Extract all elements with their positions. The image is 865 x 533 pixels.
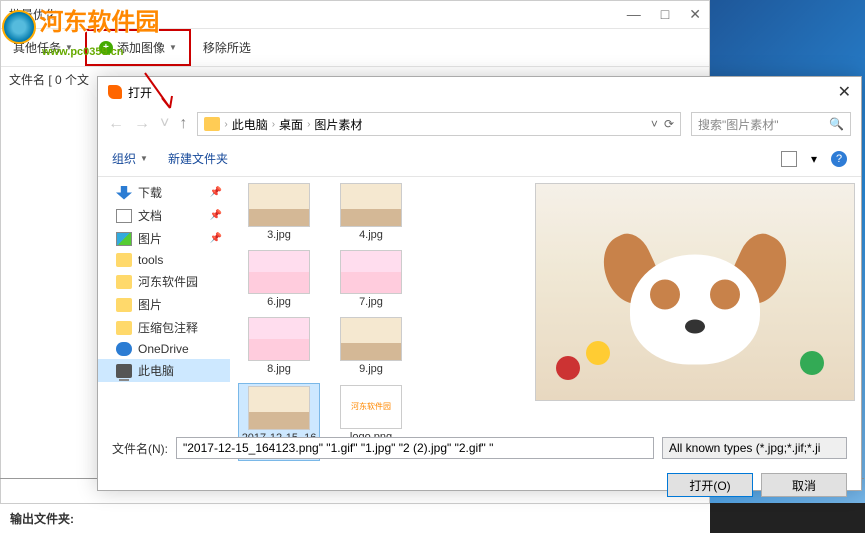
search-icon: 🔍 bbox=[829, 117, 844, 131]
file-name: 7.jpg bbox=[332, 296, 410, 309]
file-thumbnail bbox=[248, 317, 310, 361]
tree-item-下载[interactable]: 下载📌 bbox=[98, 181, 230, 204]
pic-icon bbox=[116, 232, 132, 246]
window-controls: — □ ✕ bbox=[627, 6, 701, 23]
navigation-row: ← → ˅ ↑ › 此电脑 › 桌面 › 图片素材 ˅ ⟳ 搜索"图片素材" 🔍 bbox=[98, 107, 861, 141]
cancel-button[interactable]: 取消 bbox=[761, 473, 847, 497]
breadcrumb-level2[interactable]: 图片素材 bbox=[314, 116, 362, 133]
file-name: 8.jpg bbox=[240, 363, 318, 376]
filetype-select[interactable]: All known types (*.jpg;*.jif;*.ji bbox=[662, 437, 847, 459]
filename-input[interactable] bbox=[176, 437, 654, 459]
remove-selected-button[interactable]: 移除所选 bbox=[191, 29, 263, 66]
dl-icon bbox=[116, 186, 132, 200]
close-button[interactable]: ✕ bbox=[689, 6, 701, 23]
refresh-button[interactable]: ⟳ bbox=[664, 117, 674, 131]
new-folder-button[interactable]: 新建文件夹 bbox=[168, 150, 228, 167]
folder-icon bbox=[116, 298, 132, 312]
dialog-body: 下载📌文档📌图片📌tools河东软件园图片压缩包注释OneDrive此电脑 3.… bbox=[98, 177, 861, 429]
output-folder-label: 输出文件夹: bbox=[10, 510, 74, 527]
folder-icon bbox=[116, 275, 132, 289]
folder-icon bbox=[204, 117, 220, 131]
folder-tree[interactable]: 下载📌文档📌图片📌tools河东软件园图片压缩包注释OneDrive此电脑 bbox=[98, 177, 230, 429]
open-file-dialog: 打开 ✕ ← → ˅ ↑ › 此电脑 › 桌面 › 图片素材 ˅ ⟳ 搜索"图片… bbox=[97, 76, 862, 491]
tree-item-tools[interactable]: tools bbox=[98, 250, 230, 270]
file-thumbnail bbox=[340, 317, 402, 361]
folder-icon bbox=[116, 321, 132, 335]
file-thumbnail bbox=[248, 386, 310, 430]
file-count-label: 文件名 [ 0 个文 bbox=[9, 73, 89, 87]
tree-item-河东软件园[interactable]: 河东软件园 bbox=[98, 270, 230, 293]
dialog-titlebar: 打开 ✕ bbox=[98, 77, 861, 107]
tree-item-此电脑[interactable]: 此电脑 bbox=[98, 359, 230, 382]
help-icon[interactable]: ? bbox=[831, 151, 847, 167]
up-button[interactable]: ↑ bbox=[179, 115, 187, 133]
view-dropdown[interactable]: ▾ bbox=[811, 152, 817, 166]
dropdown-arrow-icon: ▼ bbox=[140, 154, 148, 163]
open-button[interactable]: 打开(O) bbox=[667, 473, 753, 497]
preview-pane bbox=[529, 177, 861, 429]
tree-item-图片[interactable]: 图片📌 bbox=[98, 227, 230, 250]
file-item[interactable]: 7.jpg bbox=[330, 248, 412, 311]
search-input[interactable]: 搜索"图片素材" 🔍 bbox=[691, 112, 851, 136]
file-item[interactable]: 3.jpg bbox=[238, 181, 320, 244]
globe-icon bbox=[2, 10, 36, 44]
folder-icon bbox=[116, 253, 132, 267]
file-item[interactable]: 6.jpg bbox=[238, 248, 320, 311]
file-thumbnail bbox=[248, 250, 310, 294]
pin-icon: 📌 bbox=[210, 187, 222, 198]
maximize-button[interactable]: □ bbox=[661, 6, 669, 23]
file-name: 6.jpg bbox=[240, 296, 318, 309]
back-button[interactable]: ← bbox=[108, 115, 124, 133]
pc-icon bbox=[116, 364, 132, 378]
chevron-right-icon: › bbox=[272, 119, 275, 130]
chevron-right-icon: › bbox=[307, 119, 310, 130]
file-name: 4.jpg bbox=[332, 229, 410, 242]
file-name: 9.jpg bbox=[332, 363, 410, 376]
logo-url: www.pc0359.cn bbox=[42, 46, 124, 58]
minimize-button[interactable]: — bbox=[627, 6, 641, 23]
app-icon bbox=[108, 85, 122, 99]
view-controls: ▾ ? bbox=[781, 151, 847, 167]
file-thumbnail: 河东软件园 bbox=[340, 385, 402, 429]
breadcrumb-bar[interactable]: › 此电脑 › 桌面 › 图片素材 ˅ ⟳ bbox=[197, 112, 681, 136]
organize-row: 组织 ▼ 新建文件夹 ▾ ? bbox=[98, 141, 861, 177]
tree-item-压缩包注释[interactable]: 压缩包注释 bbox=[98, 316, 230, 339]
organize-menu[interactable]: 组织 ▼ bbox=[112, 150, 148, 167]
view-mode-button[interactable] bbox=[781, 151, 797, 167]
file-thumbnail bbox=[340, 250, 402, 294]
tree-item-OneDrive[interactable]: OneDrive bbox=[98, 339, 230, 359]
dropdown-arrow-icon: ▼ bbox=[169, 43, 177, 52]
file-name: 3.jpg bbox=[240, 229, 318, 242]
pin-icon: 📌 bbox=[210, 233, 222, 244]
cloud-icon bbox=[116, 342, 132, 356]
breadcrumb-controls: ˅ ⟳ bbox=[651, 117, 674, 131]
pin-icon: 📌 bbox=[210, 210, 222, 221]
dialog-close-button[interactable]: ✕ bbox=[838, 82, 851, 102]
filename-row: 文件名(N): All known types (*.jpg;*.jif;*.j… bbox=[98, 429, 861, 467]
preview-image bbox=[535, 183, 855, 401]
file-grid[interactable]: 3.jpg6.jpg8.jpg2017-12-15_164123.png 4.j… bbox=[230, 177, 529, 429]
file-item[interactable]: 9.jpg bbox=[330, 315, 412, 378]
breadcrumb-root[interactable]: 此电脑 bbox=[232, 116, 268, 133]
watermark-logo: 河东软件园 www.pc0359.cn bbox=[2, 2, 159, 58]
annotation-arrow bbox=[140, 68, 180, 121]
file-thumbnail bbox=[248, 183, 310, 227]
dialog-buttons: 打开(O) 取消 bbox=[98, 467, 861, 509]
file-thumbnail bbox=[340, 183, 402, 227]
doc-icon bbox=[116, 209, 132, 223]
tree-item-图片[interactable]: 图片 bbox=[98, 293, 230, 316]
file-item[interactable]: 8.jpg bbox=[238, 315, 320, 378]
filename-label: 文件名(N): bbox=[112, 440, 168, 457]
logo-text: 河东软件园 bbox=[39, 9, 159, 36]
chevron-right-icon: › bbox=[224, 119, 227, 130]
file-item[interactable]: 4.jpg bbox=[330, 181, 412, 244]
tree-item-文档[interactable]: 文档📌 bbox=[98, 204, 230, 227]
search-placeholder: 搜索"图片素材" bbox=[698, 116, 779, 133]
breadcrumb-level1[interactable]: 桌面 bbox=[279, 116, 303, 133]
remove-selected-label: 移除所选 bbox=[203, 39, 251, 56]
history-dropdown[interactable]: ˅ bbox=[651, 117, 658, 131]
